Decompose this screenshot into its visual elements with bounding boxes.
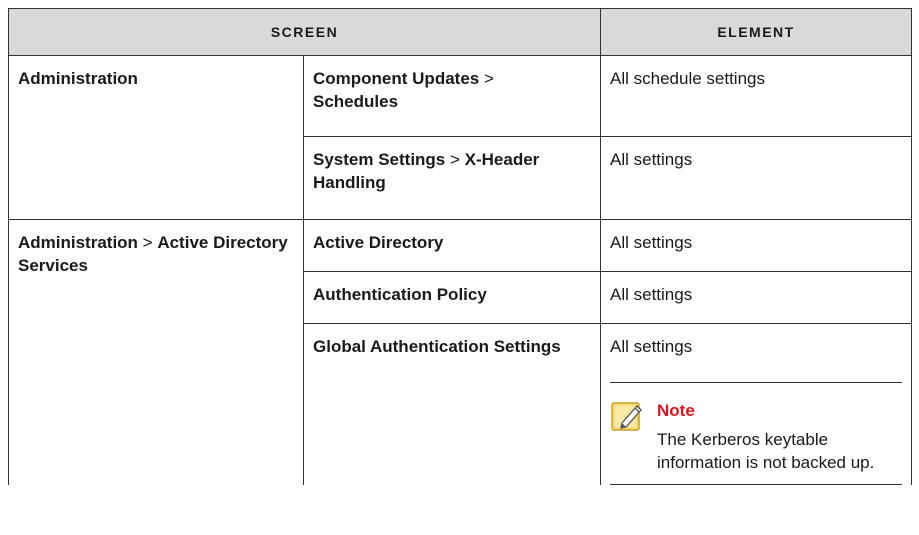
sub-screen-name: Active Directory: [313, 233, 444, 252]
path-separator: >: [445, 150, 465, 169]
element-text: All settings: [610, 337, 693, 356]
sub-screen-name: Global Authentication Settings: [313, 337, 561, 356]
header-element: Element: [600, 8, 913, 56]
header-screen: Screen: [7, 8, 602, 56]
header-element-label: Element: [717, 23, 795, 40]
sub-screen-cell: System Settings > X-Header Handling: [302, 136, 602, 220]
settings-table: Screen Element Administration Component …: [7, 8, 913, 485]
note-content: Note The Kerberos keytable information i…: [648, 399, 902, 474]
screen-cell: Administration: [8, 55, 304, 220]
path-separator: >: [479, 69, 494, 88]
element-text: All settings: [610, 233, 693, 252]
sub-screen-name: Authentication Policy: [313, 285, 487, 304]
path-separator: >: [137, 233, 158, 252]
element-cell: All settings: [600, 136, 913, 220]
element-cell: All settings: [600, 219, 913, 272]
note-callout: Note The Kerberos keytable information i…: [610, 382, 903, 485]
sub-screen-cell: Component Updates > Schedules: [302, 55, 602, 137]
screen-name: Administration: [18, 69, 138, 88]
screen-name: Administration: [18, 233, 138, 252]
note-bottom-rule: [610, 484, 903, 485]
note-body: Note The Kerberos keytable information i…: [610, 383, 902, 484]
sub-screen-cell: Global Authentication Settings: [302, 323, 602, 485]
note-title: Note: [657, 401, 695, 420]
element-cell: All settings: [600, 323, 913, 485]
element-text: All settings: [610, 150, 693, 169]
sub-screen-cell: Authentication Policy: [302, 271, 602, 324]
table-header-row: Screen Element: [7, 8, 913, 56]
sub-screen-name: System Settings: [313, 150, 446, 169]
element-cell: All schedule settings: [600, 55, 913, 137]
element-cell: All settings: [600, 271, 913, 324]
element-text: All schedule settings: [610, 69, 765, 88]
screen-cell: Administration > Active Directory Servic…: [8, 219, 304, 485]
table-row: Administration > Active Directory Servic…: [8, 219, 913, 485]
note-text: The Kerberos keytable information is not…: [657, 430, 875, 472]
header-screen-label: Screen: [270, 23, 339, 40]
note-pencil-icon: [610, 399, 648, 474]
table-row: Administration Component Updates > Sched…: [8, 55, 913, 220]
sub-screen-name: Component Updates: [313, 69, 480, 88]
element-text: All settings: [610, 285, 693, 304]
sub-screen-child: Schedules: [313, 92, 399, 111]
sub-screen-cell: Active Directory: [302, 219, 602, 272]
